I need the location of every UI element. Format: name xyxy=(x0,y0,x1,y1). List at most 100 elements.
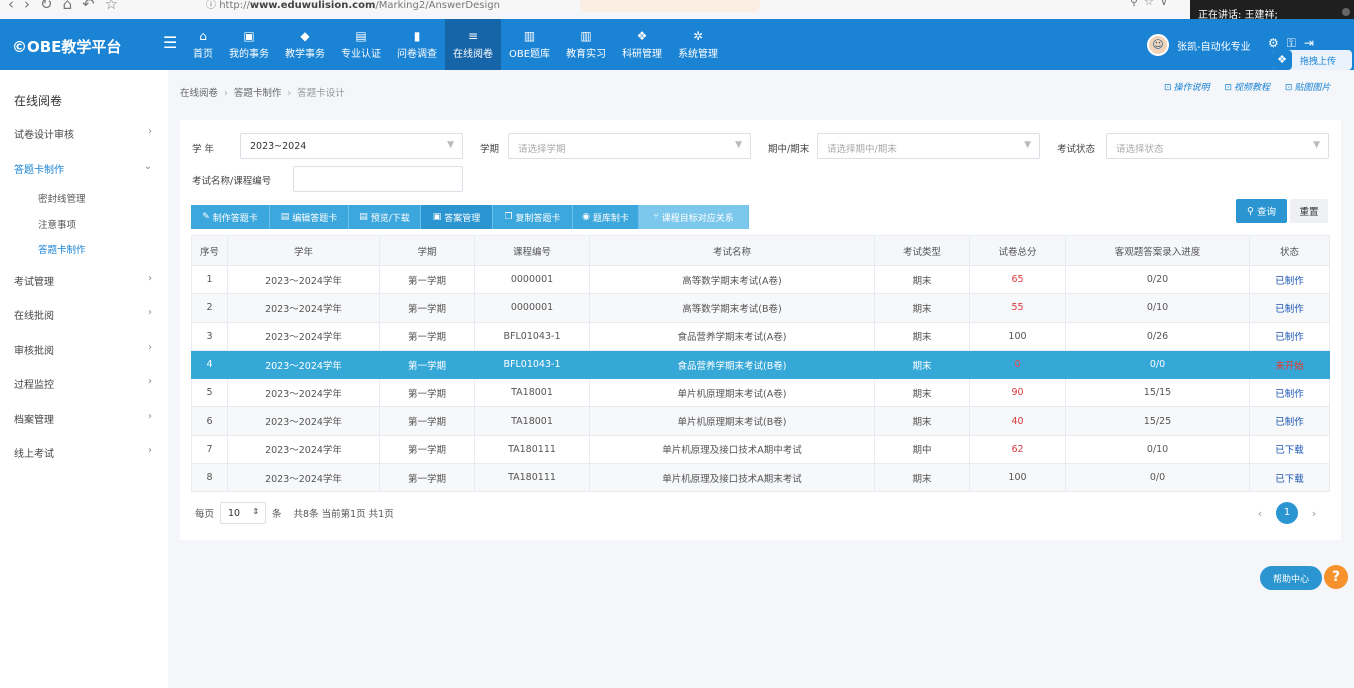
help-link-video[interactable]: ⊡ 视频教程 xyxy=(1224,83,1270,93)
toolbar-button-4[interactable]: ❐ 复制答题卡 xyxy=(493,205,573,229)
table-cell: 3 xyxy=(191,321,228,351)
sidebar-item-2[interactable]: 考试管理 › xyxy=(14,273,156,288)
status-cell[interactable]: 已制作 xyxy=(1249,406,1330,436)
nav-item-4[interactable]: ▮ 问卷调查 xyxy=(389,19,445,70)
prev-page-icon[interactable]: ‹ xyxy=(1250,507,1270,520)
nav-icon: ▥ xyxy=(580,29,592,43)
toolbar-button-5[interactable]: ◉ 题库制卡 xyxy=(573,205,639,229)
table-row[interactable]: 2 2023～2024学年 第一学期 0000001 高等数学期末考试(B卷) 期末 55 0… xyxy=(191,293,1330,323)
sidebar-subitem-1[interactable]: 注意事项 xyxy=(38,217,76,231)
chevron-down-icon: ▼ xyxy=(1313,140,1320,150)
sidebar-item-7[interactable]: 线上考试 › xyxy=(14,445,156,460)
toolbar-button-1[interactable]: ▤ 编辑答题卡 xyxy=(270,205,349,229)
sidebar-subitem-2[interactable]: 答题卡制作 xyxy=(38,242,86,256)
table-cell: 0/0 xyxy=(1065,349,1250,380)
help-center-button[interactable]: 帮助中心 xyxy=(1260,566,1322,590)
nav-item-3[interactable]: ▤ 专业认证 xyxy=(333,19,389,70)
query-button[interactable]: ⚲ 查询 xyxy=(1236,199,1287,223)
status-cell[interactable]: 已制作 xyxy=(1249,293,1330,323)
nav-item-7[interactable]: ▥ 教育实习 xyxy=(558,19,614,70)
table-row[interactable]: 6 2023～2024学年 第一学期 TA18001 单片机原理期末考试(B卷) 期末 40… xyxy=(191,406,1330,436)
address-bar[interactable]: ⓘ http://www.eduwulision.com/Marking2/An… xyxy=(206,0,500,11)
nav-item-6[interactable]: ▥ OBE题库 xyxy=(501,19,558,70)
status-select[interactable]: 请选择状态 ▼ xyxy=(1106,133,1329,159)
column-header: 学年 xyxy=(227,235,380,266)
book-icon: ⊡ xyxy=(1284,83,1293,93)
next-page-icon[interactable]: › xyxy=(1304,507,1324,520)
table-cell: 8 xyxy=(191,463,228,493)
avatar[interactable]: ☺ xyxy=(1147,34,1169,56)
table-cell: 40 xyxy=(969,406,1066,436)
sidebar-item-3[interactable]: 在线批阅 › xyxy=(14,307,156,322)
help-link-manual[interactable]: ⊡ 操作说明 xyxy=(1164,83,1210,93)
exam-name-input[interactable] xyxy=(293,166,463,192)
toolbar-button-6[interactable]: ⑂ 课程目标对应关系 xyxy=(639,205,749,229)
toolbar-button-2[interactable]: ▤ 预览/下载 xyxy=(349,205,421,229)
table-row[interactable]: 8 2023～2024学年 第一学期 TA180111 单片机原理及接口技术A期末考试期… xyxy=(191,463,1330,493)
breadcrumb-item[interactable]: 在线阅卷 xyxy=(180,88,218,99)
table-row[interactable]: 3 2023～2024学年 第一学期 BFL01043-1 食品营养学期末考试(A卷) 期… xyxy=(191,321,1330,351)
year-select[interactable]: 2023~2024 ▼ xyxy=(240,133,463,159)
status-cell[interactable]: 已制作 xyxy=(1249,264,1330,295)
status-cell[interactable]: 未开始 xyxy=(1249,349,1330,380)
nav-icon: ⌂ xyxy=(199,29,207,43)
nav-label: OBE题库 xyxy=(509,49,551,60)
reset-button[interactable]: 重置 xyxy=(1290,199,1328,223)
table-cell: TA18001 xyxy=(474,406,590,436)
table-cell: 6 xyxy=(191,406,228,436)
table-row[interactable]: 7 2023～2024学年 第一学期 TA180111 单片机原理及接口技术A期中考试期… xyxy=(191,434,1330,465)
table-cell: 0 xyxy=(969,349,1066,380)
sidebar-subitem-0[interactable]: 密封线管理 xyxy=(38,191,86,205)
breadcrumb-item[interactable]: 答题卡制作 xyxy=(234,88,282,99)
status-cell[interactable]: 已制作 xyxy=(1249,378,1330,408)
page-number-current[interactable]: 1 xyxy=(1276,502,1298,524)
table-cell: 100 xyxy=(969,321,1066,351)
nav-item-1[interactable]: ▣ 我的事务 xyxy=(221,19,277,70)
sidebar-item-label: 过程监控 xyxy=(14,380,54,391)
browser-right-icons[interactable]: ⚲☆∨ xyxy=(1130,0,1174,8)
table-cell: 0/10 xyxy=(1065,293,1250,323)
drag-upload-button[interactable]: ❖ 拖拽上传 xyxy=(1272,50,1352,70)
question-icon[interactable]: ? xyxy=(1324,565,1348,589)
nav-item-0[interactable]: ⌂ 首页 xyxy=(185,19,221,70)
table-cell: 期末 xyxy=(874,321,970,351)
period-select[interactable]: 请选择期中/期末 ▼ xyxy=(817,133,1040,159)
sidebar-item-label: 档案管理 xyxy=(14,415,54,426)
toolbar-button-0[interactable]: ✎ 制作答题卡 xyxy=(191,205,270,229)
nav-item-2[interactable]: ◆ 教学事务 xyxy=(277,19,333,70)
sidebar-item-1[interactable]: 答题卡制作 ⌄ xyxy=(14,161,156,176)
sidebar-item-label: 考试管理 xyxy=(14,277,54,288)
user-profile[interactable]: ☺ 张凯-自动化专业 xyxy=(1147,34,1251,56)
help-links: ⊡ 操作说明 ⊡ 视频教程 ⊡ 贴图图片 xyxy=(1152,80,1330,93)
status-cell[interactable]: 已下载 xyxy=(1249,434,1330,465)
nav-tool-icons[interactable]: ⚙⚿⇥ xyxy=(1268,36,1322,51)
status-cell[interactable]: 已下载 xyxy=(1249,463,1330,493)
nav-icon: ◆ xyxy=(300,29,310,43)
toolbar-button-3[interactable]: ▣ 答案管理 xyxy=(421,205,493,229)
table-cell: 单片机原理及接口技术A期中考试 xyxy=(589,434,875,465)
sidebar-item-5[interactable]: 过程监控 › xyxy=(14,376,156,391)
menu-toggle-icon[interactable]: ☰ xyxy=(163,33,177,52)
table-cell: 15/15 xyxy=(1065,378,1250,408)
table-cell: 第一学期 xyxy=(379,378,475,408)
nav-item-9[interactable]: ✲ 系统管理 xyxy=(670,19,726,70)
term-select[interactable]: 请选择学期 ▼ xyxy=(508,133,751,159)
table-row[interactable]: 5 2023～2024学年 第一学期 TA18001 单片机原理期末考试(A卷) 期末 90… xyxy=(191,378,1330,408)
page-size-select[interactable]: 10 ⇕ xyxy=(220,502,267,524)
sidebar-item-0[interactable]: 试卷设计审核 › xyxy=(14,126,156,141)
app-logo[interactable]: ©OBE教学平台 xyxy=(12,36,121,57)
nav-item-5[interactable]: ≡ 在线阅卷 xyxy=(445,19,501,70)
table-cell: 期末 xyxy=(874,406,970,436)
nav-item-8[interactable]: ❖ 科研管理 xyxy=(614,19,670,70)
table-row[interactable]: 4 2023～2024学年 第一学期 BFL01043-1 食品营养学期末考试(B卷) 期… xyxy=(191,349,1330,380)
help-link-images[interactable]: ⊡ 贴图图片 xyxy=(1285,83,1331,93)
table-cell: 期末 xyxy=(874,264,970,295)
column-header: 序号 xyxy=(191,235,228,266)
browser-nav-icons[interactable]: ‹›↻⌂↶☆ xyxy=(8,0,128,12)
table-cell: 62 xyxy=(969,434,1066,465)
sidebar-item-4[interactable]: 审核批阅 › xyxy=(14,342,156,357)
sidebar-item-6[interactable]: 档案管理 › xyxy=(14,411,156,426)
exam-name-label: 考试名称/课程编号 xyxy=(192,176,272,187)
status-cell[interactable]: 已制作 xyxy=(1249,321,1330,351)
table-row[interactable]: 1 2023～2024学年 第一学期 0000001 高等数学期末考试(A卷) 期末 65 0… xyxy=(191,264,1330,295)
